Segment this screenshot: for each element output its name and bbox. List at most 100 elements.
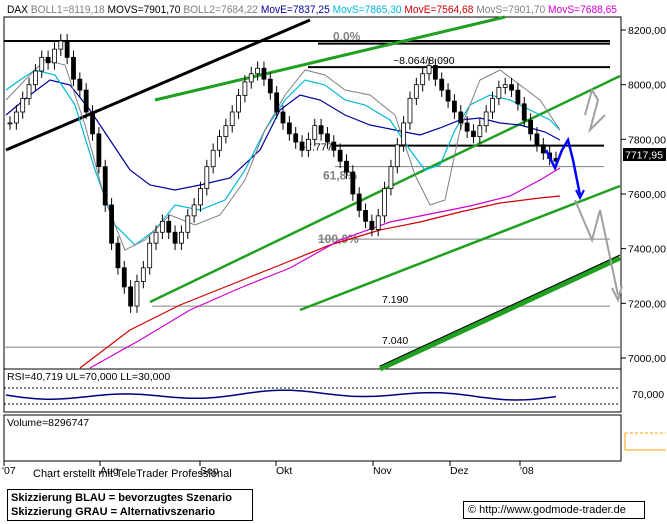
candle-body [140,267,146,282]
candle-body [318,125,324,135]
candle-body [369,220,375,230]
candle-body [229,111,235,127]
legend-blue: Skizzierung BLAU = bevorzugtes Szenario [11,492,232,504]
price-panel [3,16,622,370]
candle-body [464,122,470,132]
candle-body [39,56,45,72]
candle-body [179,231,184,244]
candle-body [159,220,165,233]
candle-body [509,84,514,91]
candle-body [331,141,337,151]
candle-body [185,215,191,233]
rsi-tick: 70,000 [632,389,664,401]
candle-body [280,111,286,124]
candle-body [534,133,540,146]
chart-canvas: 0,0%~8.064/8.090~7.77761,8%100,0%7.1907.… [2,4,666,480]
x-tick-label: Okt [276,465,292,477]
y-tick-label: 7600,00 [628,189,666,201]
source-text: © http://www.godmode-trader.de [468,504,626,516]
candle-body [166,220,172,233]
header-indicator: BOLL2=7684,22 [183,4,260,16]
candle-body [458,111,464,124]
candle-body [502,84,508,88]
x-tick-label: '08 [520,465,534,477]
candle-body [490,97,495,113]
candle-body [121,267,127,288]
candle-body [540,144,546,154]
candle-body [261,67,267,80]
x-tick-label: Dez [450,465,469,477]
y-tick-label: 7800,00 [628,134,666,146]
candle-body [45,56,51,64]
scenario-legend: Skizzierung BLAU = bevorzugtes Szenario … [7,489,253,521]
header-indicator: BOLL1=8119,18 [31,4,108,16]
candle-body [52,48,57,64]
level-label: 7.190 [382,294,408,306]
candle-body [134,281,140,307]
candle-body [293,133,299,143]
candle-body [115,242,121,269]
volume-label: Volume=8296747 [7,417,89,429]
candle-body [445,89,451,102]
credit-text: Chart erstellt mit TeleTrader Profession… [33,468,232,480]
header-indicator: MovS=7865,30 [333,4,405,16]
candle-body [102,166,108,206]
header-indicator: MovE=7837,25 [261,4,333,16]
candle-body [375,215,381,230]
candle-body [198,188,203,206]
candle-body [267,78,273,94]
candle-body [477,125,483,137]
candle-body [452,100,457,113]
candle-body [528,119,534,135]
candle-body [32,70,38,86]
indicator-header: DAX BOLL1=8119,18 MOVS=7901,70 BOLL2=768… [7,4,617,16]
candle-body [325,133,330,143]
candle-body [350,171,356,195]
candle-body [286,122,292,135]
header-indicator: MovS=7688,65 [548,4,617,16]
header-indicator: MovS=7901,70 [476,4,548,16]
candle-body [426,65,432,75]
volume-panel [3,414,622,462]
candle-body [432,65,438,80]
candle-body [26,84,32,99]
candle-body [312,125,318,140]
candle-body [242,81,248,97]
last-price-label: 7717,95 [625,150,663,162]
candle-body [483,111,489,127]
candle-body [496,87,502,99]
y-tick-label: 7200,00 [628,298,666,310]
level-label: 100,0% [318,232,359,246]
y-tick-label: 7400,00 [628,244,666,256]
header-indicator: MOVS=7901,70 [108,4,184,16]
candle-body [223,125,229,137]
candle-body [255,67,261,75]
y-tick-label: 7000,00 [628,353,666,365]
x-tick-label: '07 [2,465,16,477]
y-axis: 8200,00 8000,00 7800,00 7600,00 7400,00 7200,… [621,25,666,365]
candle-body [20,97,26,113]
header-symbol: DAX [7,4,31,16]
candle-body [64,40,70,58]
candle-body [439,78,445,91]
candle-body [471,130,476,137]
candle-body [204,166,210,189]
candle-body [344,160,349,173]
candle-body [420,73,426,86]
candle-body [337,149,343,162]
candle-body [7,122,13,125]
candle-body [109,204,114,244]
source-box: © http://www.godmode-trader.de [463,501,645,519]
rsi-label: RSI=40,719 UL=70,000 LL=30,000 [7,371,170,383]
candle-body [172,231,178,244]
candle-body [515,89,521,105]
candle-body [77,78,83,91]
candle-body [71,56,76,80]
level-label: ~8.064/8.090 [393,55,455,67]
candle-body [191,204,197,217]
candle-body [58,40,64,50]
candle-body [521,103,527,121]
candle-body [128,286,134,307]
candle-body [413,84,419,99]
x-tick-label: Nov [373,465,392,477]
